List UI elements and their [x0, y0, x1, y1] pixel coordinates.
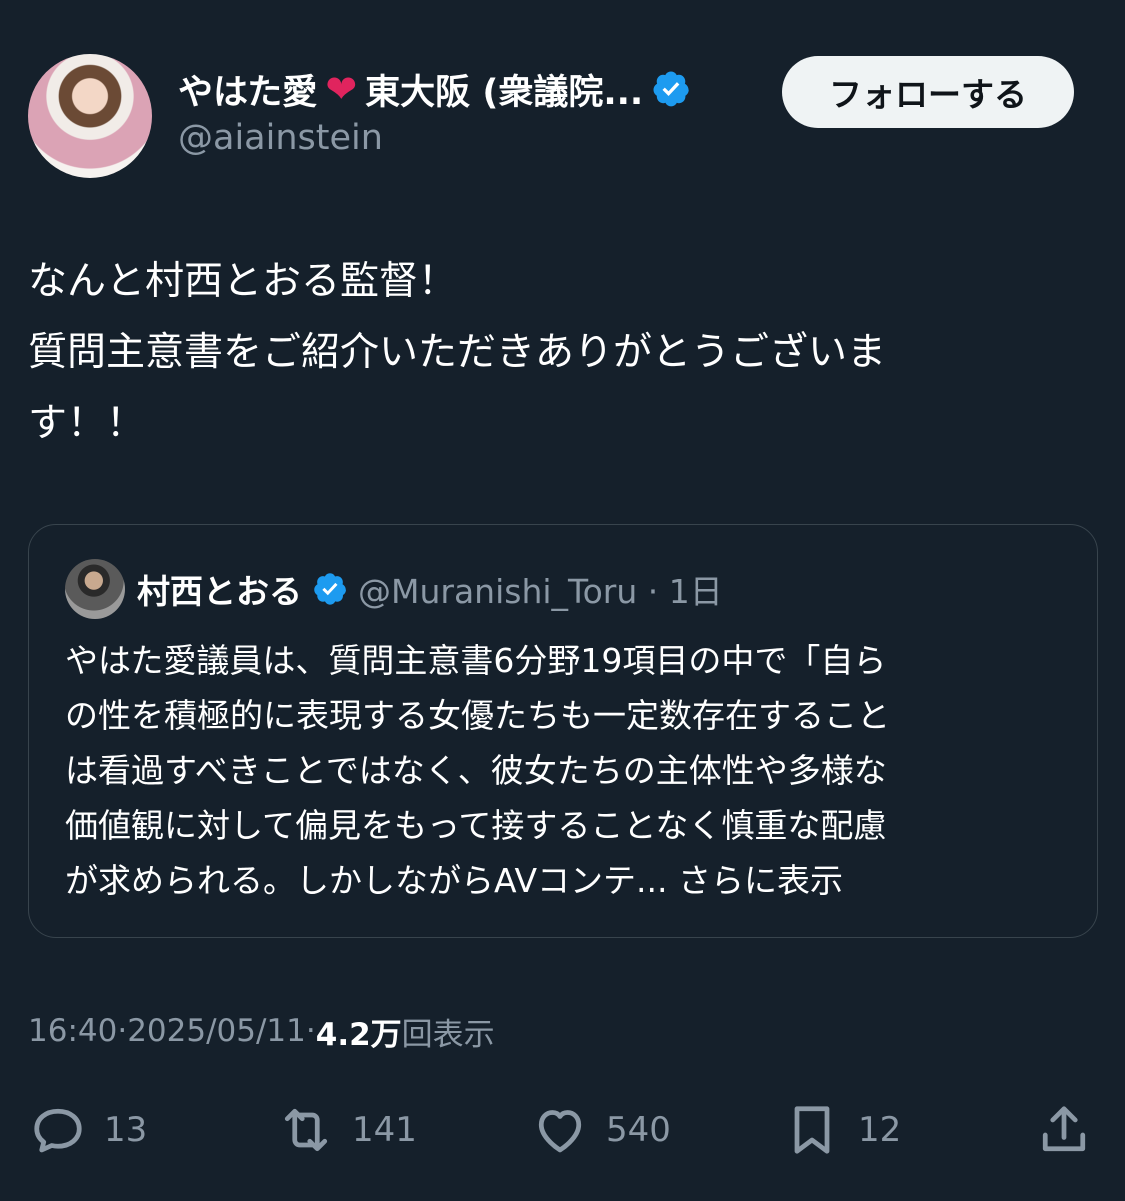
like-button[interactable]: 540: [530, 1098, 671, 1162]
tweet-text-line: なんと村西とおる監督！: [28, 259, 458, 304]
tweet-text-line: す！！: [28, 401, 146, 446]
follow-button[interactable]: フォローする: [782, 56, 1074, 128]
like-count: 540: [606, 1110, 671, 1150]
quoted-author-name: 村西とおる: [137, 572, 302, 611]
heart-icon: [538, 1110, 582, 1153]
retweet-icon: [284, 1108, 328, 1152]
meta-separator: ·: [305, 1013, 316, 1049]
show-more-link[interactable]: さらに表示: [678, 861, 843, 900]
reply-button[interactable]: 13: [28, 1098, 147, 1162]
retweet-count: 141: [352, 1110, 417, 1150]
quoted-tweet-card[interactable]: 村西とおる @Muranishi_Toru · 1日 やはた愛議員は、質問主意書…: [28, 524, 1098, 938]
views-count: 4.2万: [315, 1016, 402, 1053]
quoted-text-line: の性を積極的に表現する女優たちも一定数存在すること: [65, 696, 890, 735]
quoted-text-line: は看過すべきことではなく、彼女たちの主体性や多様な: [65, 751, 887, 790]
tweet-date[interactable]: 2025/05/11: [127, 1013, 306, 1049]
tweet-text-line: 質問主意書をご紹介いただきありがとうございま: [28, 330, 887, 375]
tweet-text: なんと村西とおる監督！ 質問主意書をご紹介いただきありがとうございま す！！: [28, 246, 1068, 459]
meta-separator: ·: [117, 1013, 128, 1049]
red-heart-icon: ❤: [325, 67, 358, 111]
quoted-author-handle-time: @Muranishi_Toru · 1日: [358, 572, 723, 611]
author-name-text: やはた愛: [178, 72, 318, 113]
bookmark-count: 12: [858, 1110, 902, 1150]
quoted-text-line-last: が求められる。しかしながらAVコンテ... さらに表示: [65, 853, 1065, 908]
share-button[interactable]: [1034, 1098, 1094, 1162]
quoted-tweet-header: 村西とおる @Muranishi_Toru · 1日: [137, 563, 723, 615]
author-name-suffix: 東大阪 (衆議院...: [365, 72, 644, 113]
quoted-text-line: 価値観に対して偏見をもって接することなく慎重な配慮: [65, 806, 887, 845]
tweet-detail: やはた愛 ❤ 東大阪 (衆議院... @aiainstein フォローする なん…: [0, 0, 1125, 1201]
quoted-author-avatar: [65, 559, 125, 619]
verified-badge-icon: [314, 573, 346, 605]
author-name[interactable]: やはた愛 ❤ 東大阪 (衆議院...: [178, 64, 691, 114]
reply-count: 13: [104, 1110, 148, 1150]
quoted-text-line: やはた愛議員は、質問主意書6分野19項目の中で「自ら: [65, 641, 887, 680]
bookmark-button[interactable]: 12: [782, 1098, 901, 1162]
share-icon: [1042, 1106, 1086, 1152]
author-avatar[interactable]: [28, 54, 152, 178]
retweet-button[interactable]: 141: [276, 1098, 417, 1162]
tweet-meta: 16:40 · 2025/05/11 · 4.2万 回表示: [28, 1006, 495, 1056]
tweet-time[interactable]: 16:40: [28, 1013, 117, 1049]
bookmark-icon: [794, 1106, 830, 1154]
views-label: 回表示: [401, 1016, 495, 1053]
quoted-tweet-text: やはた愛議員は、質問主意書6分野19項目の中で「自ら の性を積極的に表現する女優…: [65, 633, 1065, 908]
author-handle[interactable]: @aiainstein: [178, 118, 383, 158]
reply-icon: [34, 1108, 82, 1153]
quoted-text-line: が求められる。しかしながらAVコンテ...: [65, 861, 668, 900]
verified-badge-icon: [653, 71, 689, 107]
